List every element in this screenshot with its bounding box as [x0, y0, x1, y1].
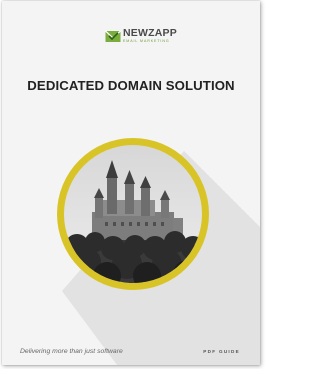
page-title: DEDICATED DOMAIN SOLUTION: [27, 78, 235, 93]
brand-subtitle: EMAIL MARKETING: [123, 38, 170, 43]
brand-name: NEWZAPP: [123, 27, 177, 39]
tagline: Delivering more than just software: [20, 348, 123, 355]
doc-type-label: PDF GUIDE: [203, 349, 240, 354]
castle-photo: [57, 138, 209, 290]
pdf-cover: NEWZAPP EMAIL MARKETING DEDICATED DOMAIN…: [2, 1, 260, 365]
brand-logo: NEWZAPP EMAIL MARKETING: [105, 28, 177, 48]
envelope-check-icon: [105, 30, 121, 42]
